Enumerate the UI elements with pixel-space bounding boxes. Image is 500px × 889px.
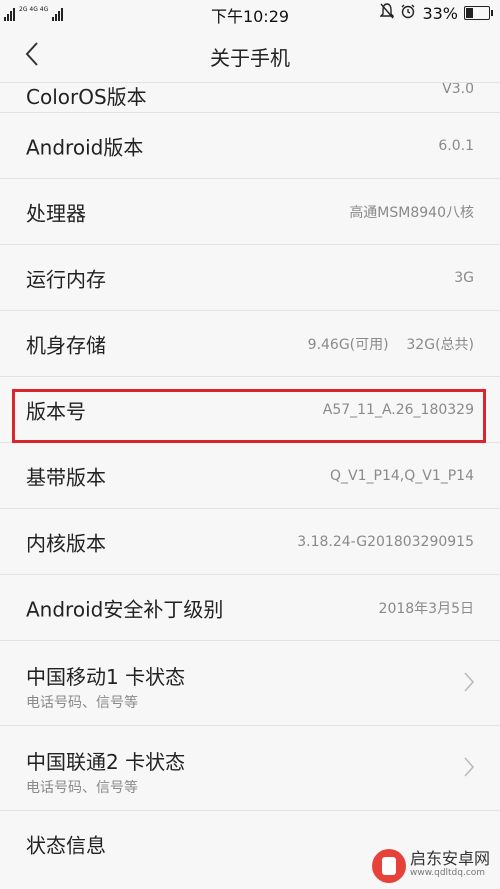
list-item-kernel-version[interactable]: 内核版本 3.18.24-G201803290915: [0, 509, 500, 575]
item-value: V3.0: [442, 83, 474, 97]
item-label: 基带版本: [26, 465, 106, 489]
list-item-security-patch[interactable]: Android安全补丁级别 2018年3月5日: [0, 575, 500, 641]
highlight-box: [12, 389, 486, 443]
item-value: 9.46G(可用) 32G(总共): [307, 336, 474, 353]
item-label: 中国联通2 卡状态: [26, 750, 186, 774]
status-right: 33% ⚡: [379, 3, 493, 23]
watermark-name: 启东安卓网: [409, 849, 490, 868]
item-label: Android安全补丁级别: [26, 597, 224, 621]
list-item-storage[interactable]: 机身存储 9.46G(可用) 32G(总共): [0, 311, 500, 377]
item-value: 6.0.1: [438, 137, 474, 154]
settings-list[interactable]: ColorOS版本 V3.0 Android版本 6.0.1 处理器 高通MSM…: [0, 83, 500, 889]
item-label: 状态信息: [26, 833, 106, 858]
item-label: ColorOS版本: [26, 85, 147, 109]
item-label: 中国移动1 卡状态: [26, 665, 186, 689]
alarm-icon: [400, 3, 416, 23]
item-label: 机身存储: [26, 333, 106, 357]
item-label: 处理器: [26, 201, 86, 225]
item-value: 2018年3月5日: [378, 600, 474, 617]
watermark: 启东安卓网 www.qdltdq.com: [371, 849, 490, 883]
item-label: 内核版本: [26, 531, 106, 555]
chevron-right-icon: [464, 757, 474, 777]
item-value: 3.18.24-G201803290915: [297, 533, 474, 550]
item-value: 高通MSM8940八核: [349, 204, 474, 221]
chevron-right-icon: [464, 672, 474, 692]
battery-percent: 33%: [422, 3, 458, 23]
item-value: Q_V1_P14,Q_V1_P14: [330, 467, 474, 484]
page-title: 关于手机: [210, 46, 290, 70]
list-item-ram[interactable]: 运行内存 3G: [0, 245, 500, 311]
item-value: 3G: [454, 269, 474, 286]
list-item-processor[interactable]: 处理器 高通MSM8940八核: [0, 179, 500, 245]
item-label: 运行内存: [26, 267, 106, 291]
watermark-url: www.qdltdq.com: [409, 868, 486, 878]
item-label: Android版本: [26, 135, 144, 159]
list-item-coloros-version[interactable]: ColorOS版本 V3.0: [0, 83, 500, 113]
list-item-sim1-status[interactable]: 中国移动1 卡状态 电话号码、信号等: [0, 641, 500, 726]
watermark-logo-icon: [371, 849, 406, 883]
mute-icon: [379, 3, 396, 23]
battery-charging-icon: ⚡: [464, 6, 493, 20]
item-subtitle: 电话号码、信号等: [26, 695, 138, 711]
list-item-sim2-status[interactable]: 中国联通2 卡状态 电话号码、信号等: [0, 726, 500, 811]
list-item-android-version[interactable]: Android版本 6.0.1: [0, 113, 500, 179]
status-bar: 2G 4G 4G 下午10:29 33% ⚡: [0, 0, 500, 26]
item-subtitle: 电话号码、信号等: [26, 780, 138, 796]
nav-bar: 关于手机: [0, 26, 500, 83]
watermark-text: 启东安卓网 www.qdltdq.com: [409, 849, 490, 880]
list-item-baseband-version[interactable]: 基带版本 Q_V1_P14,Q_V1_P14: [0, 443, 500, 509]
